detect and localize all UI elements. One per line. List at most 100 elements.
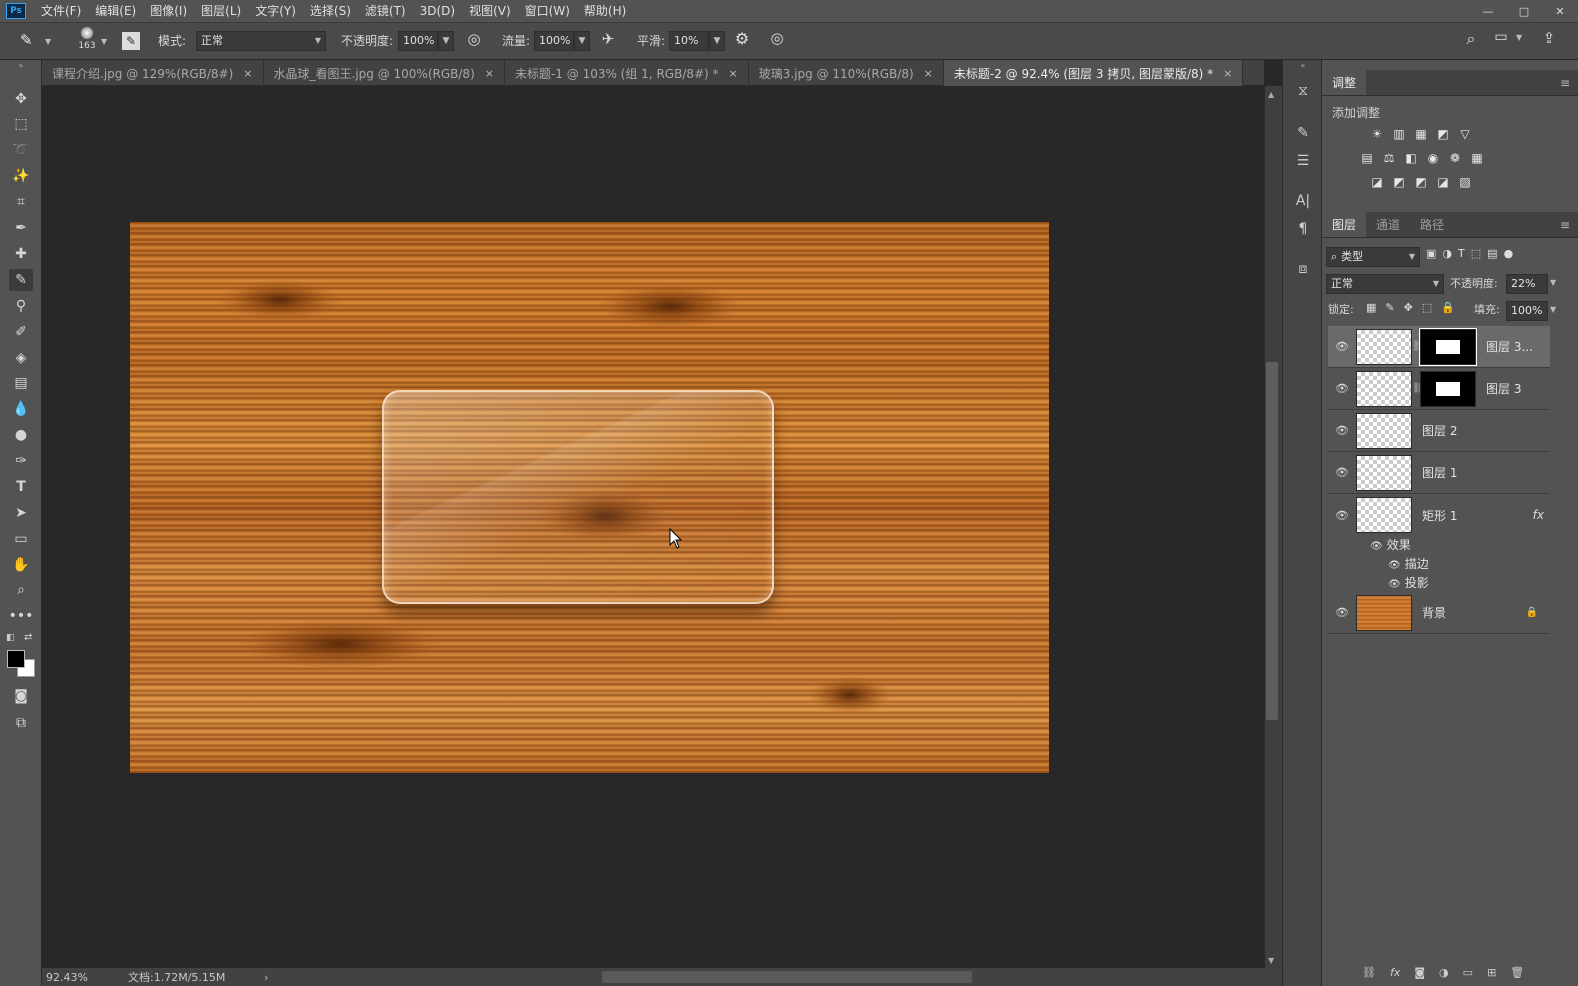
photo-filter-icon[interactable]: ◉ [1424, 149, 1442, 167]
canvas-area[interactable] [42, 86, 1264, 968]
document-canvas[interactable] [130, 222, 1049, 773]
flow-input[interactable]: 100% [534, 31, 574, 51]
menu-3d[interactable]: 3D(D) [413, 0, 462, 22]
clone-stamp-tool-icon[interactable]: ⚲ [9, 295, 33, 317]
tab-document-4[interactable]: 玻璃3.jpg @ 110%(RGB/8) × [749, 60, 944, 86]
maximize-button[interactable]: □ [1506, 0, 1542, 22]
tab-layers[interactable]: 图层 [1322, 212, 1367, 237]
effect-row-drop-shadow[interactable]: 👁 投影 [1370, 574, 1550, 593]
layer-effects-fx-icon[interactable]: fx [1533, 508, 1544, 522]
filter-adjustment-icon[interactable]: ◑ [1442, 247, 1452, 260]
menu-filter[interactable]: 滤镜(T) [358, 0, 413, 22]
close-window-button[interactable]: ✕ [1542, 0, 1578, 22]
brush-preset-picker[interactable]: 163 [76, 26, 98, 58]
rectangle-tool-icon[interactable]: ▭ [9, 528, 33, 550]
fill-input[interactable]: 100% [1506, 301, 1548, 321]
lock-image-icon[interactable]: ✎ [1385, 301, 1394, 314]
gradient-map-icon[interactable]: ▨ [1456, 173, 1474, 191]
path-selection-tool-icon[interactable]: ➤ [9, 502, 33, 524]
lock-artboard-icon[interactable]: ⬚ [1422, 301, 1432, 314]
workspace-chevron-icon[interactable]: ▼ [1516, 33, 1522, 42]
scroll-down-icon[interactable]: ▼ [1268, 956, 1274, 965]
menu-select[interactable]: 选择(S) [303, 0, 358, 22]
selective-color-icon[interactable]: ◪ [1434, 173, 1452, 191]
menu-file[interactable]: 文件(F) [34, 0, 88, 22]
menu-image[interactable]: 图像(I) [143, 0, 194, 22]
healing-brush-tool-icon[interactable]: ✚ [9, 243, 33, 265]
paragraph-panel-icon[interactable]: ¶ [1291, 218, 1315, 240]
layer-row[interactable]: 👁 ⛓ 图层 3 [1328, 368, 1550, 410]
filter-shape-icon[interactable]: ⬚ [1471, 247, 1481, 260]
layer-row[interactable]: 👁 图层 2 [1328, 410, 1550, 452]
threshold-icon[interactable]: ◩ [1412, 173, 1430, 191]
black-white-icon[interactable]: ◧ [1402, 149, 1420, 167]
brush-settings-icon[interactable]: ✎ [1291, 122, 1315, 144]
levels-icon[interactable]: ▥ [1390, 125, 1408, 143]
close-icon[interactable]: × [485, 67, 494, 80]
glass-rectangle[interactable] [382, 390, 774, 604]
horizontal-scroll-thumb[interactable] [602, 971, 972, 983]
layer-mask-thumbnail[interactable] [1420, 370, 1476, 407]
eraser-tool-icon[interactable]: ◈ [9, 347, 33, 369]
workspace-icon[interactable]: ▭ [1490, 29, 1512, 51]
panel-menu-icon[interactable]: ≡ [1552, 70, 1578, 95]
close-icon[interactable]: × [924, 67, 933, 80]
lock-icon[interactable]: 🔒 [1526, 607, 1538, 618]
menu-edit[interactable]: 编辑(E) [88, 0, 143, 22]
tab-adjustments[interactable]: 调整 [1322, 70, 1367, 95]
close-icon[interactable]: × [243, 67, 252, 80]
link-icon[interactable]: ⛓ [1412, 341, 1425, 352]
vibrance-icon[interactable]: ▽ [1456, 125, 1474, 143]
tab-document-5[interactable]: 未标题-2 @ 92.4% (图层 3 拷贝, 图层蒙版/8) * × [943, 60, 1244, 86]
visibility-eye-icon[interactable]: 👁 [1388, 579, 1401, 590]
layer-row[interactable]: 👁 图层 1 [1328, 452, 1550, 494]
visibility-eye-icon[interactable]: 👁 [1328, 509, 1356, 522]
brush-tool-icon[interactable]: ✎ [20, 31, 42, 51]
opacity-dropdown-icon[interactable]: ▼ [438, 31, 454, 51]
menu-type[interactable]: 文字(Y) [248, 0, 303, 22]
brush-tool-button-icon[interactable]: ✎ [9, 269, 33, 291]
minimize-button[interactable]: — [1470, 0, 1506, 22]
brush-presets-icon[interactable]: ☰ [1291, 150, 1315, 172]
tool-preset-chevron-icon[interactable]: ▼ [45, 37, 51, 46]
lock-position-icon[interactable]: ✥ [1404, 301, 1413, 314]
menu-view[interactable]: 视图(V) [462, 0, 518, 22]
visibility-eye-icon[interactable]: 👁 [1328, 340, 1356, 353]
lock-all-icon[interactable]: 🔒 [1441, 301, 1455, 314]
smoothing-dropdown-icon[interactable]: ▼ [709, 31, 725, 51]
lasso-tool-icon[interactable]: ➰ [9, 139, 33, 161]
effects-row[interactable]: 👁 效果 [1370, 536, 1550, 555]
invert-icon[interactable]: ◪ [1368, 173, 1386, 191]
screen-mode-icon[interactable]: ⧉ [9, 712, 33, 734]
pressure-opacity-icon[interactable]: ◎ [463, 30, 485, 52]
tab-document-3[interactable]: 未标题-1 @ 103% (组 1, RGB/8#) * × [505, 60, 749, 86]
vertical-scroll-thumb[interactable] [1266, 362, 1278, 720]
visibility-eye-icon[interactable]: 👁 [1328, 382, 1356, 395]
share-icon[interactable]: ⇪ [1538, 29, 1560, 51]
blend-mode-select[interactable]: 正常 ▼ [1326, 274, 1444, 294]
visibility-eye-icon[interactable]: 👁 [1328, 606, 1356, 619]
layer-row[interactable]: 👁 背景 🔒 [1328, 592, 1550, 634]
visibility-eye-icon[interactable]: 👁 [1370, 541, 1383, 552]
menu-layer[interactable]: 图层(L) [194, 0, 248, 22]
visibility-eye-icon[interactable]: 👁 [1388, 560, 1401, 571]
link-icon[interactable]: ⛓ [1412, 383, 1425, 394]
fill-chevron-icon[interactable]: ▼ [1550, 305, 1556, 314]
type-tool-icon[interactable]: T [9, 476, 33, 498]
move-tool-icon[interactable]: ✥ [9, 88, 33, 110]
channel-mixer-icon[interactable]: ❁ [1446, 149, 1464, 167]
scroll-up-icon[interactable]: ▲ [1268, 90, 1274, 99]
visibility-eye-icon[interactable]: 👁 [1328, 466, 1356, 479]
tab-document-1[interactable]: 课程介绍.jpg @ 129%(RGB/8#) × [42, 60, 264, 86]
layer-opacity-input[interactable]: 22% [1506, 274, 1548, 294]
menu-window[interactable]: 窗口(W) [518, 0, 577, 22]
opacity-chevron-icon[interactable]: ▼ [1550, 278, 1556, 287]
layer-row[interactable]: 👁 ⛓ 图层 3... [1328, 326, 1550, 368]
swap-colors-icon[interactable]: ⇄ [24, 632, 32, 643]
hand-tool-icon[interactable]: ✋ [9, 554, 33, 576]
close-icon[interactable]: × [1223, 67, 1232, 80]
smoothing-input[interactable]: 10% [669, 31, 709, 51]
add-style-icon[interactable]: fx [1390, 966, 1400, 979]
zoom-tool-icon[interactable]: ⌕ [9, 579, 33, 601]
tab-channels[interactable]: 通道 [1366, 212, 1410, 237]
